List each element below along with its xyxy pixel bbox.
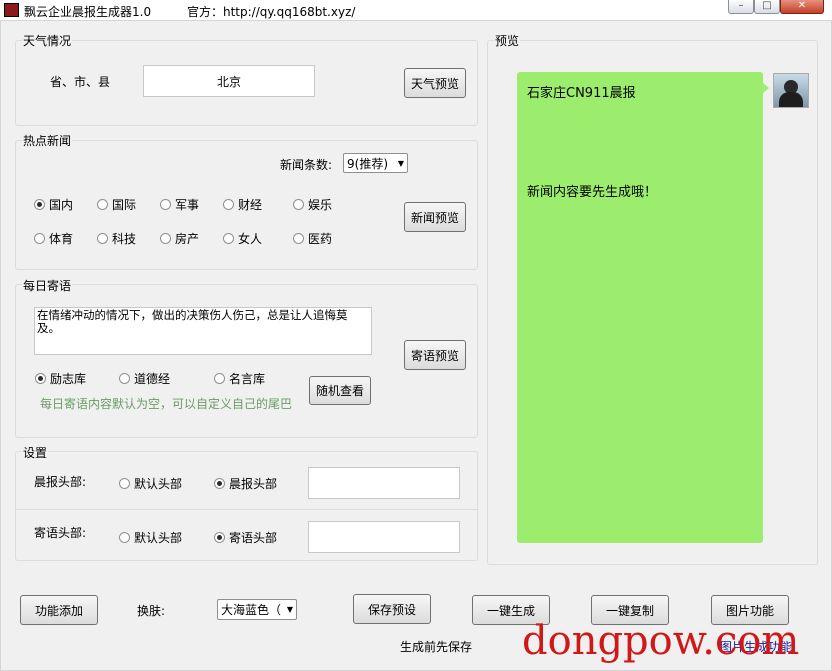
news-count-select[interactable]: 9(推荐) ▼ <box>343 153 408 173</box>
radio-label: 寄语头部 <box>229 531 278 545</box>
quote-header-default-radio[interactable]: 默认头部 <box>119 529 182 546</box>
radio-label: 国际 <box>112 198 137 212</box>
radio-label: 财经 <box>238 198 263 212</box>
radio-label: 名言库 <box>229 372 266 386</box>
radio-dot-icon <box>160 233 171 244</box>
quote-textarea[interactable]: 在情绪冲动的情况下，做出的决策伤人伤己，总是让人追悔莫及。 <box>34 307 372 355</box>
quote-header-label: 寄语头部: <box>34 526 87 540</box>
chevron-down-icon: ▼ <box>397 158 404 168</box>
province-label: 省、市、县 <box>50 75 111 89</box>
radio-dot-icon <box>119 373 130 384</box>
quote-group-label: 每日寄语 <box>22 277 73 294</box>
radio-dot-icon <box>34 233 45 244</box>
official-site-text: 官方：http://qy.qq168bt.xyz/ <box>187 5 356 19</box>
bubble-tail <box>763 83 769 93</box>
header-label: 晨报头部: <box>34 475 87 489</box>
radio-dot-icon <box>214 478 225 489</box>
radio-dot-icon <box>293 233 304 244</box>
news-category-radio[interactable]: 女人 <box>223 230 262 247</box>
avatar <box>773 73 809 108</box>
radio-dot-icon <box>119 532 130 543</box>
preview-body-line: 新闻内容要先生成哦！ <box>527 185 658 200</box>
radio-label: 科技 <box>112 232 137 246</box>
radio-dot-icon <box>223 199 234 210</box>
news-preview-button[interactable]: 新闻预览 <box>404 202 466 232</box>
quote-header-custom-radio[interactable]: 寄语头部 <box>214 529 277 546</box>
radio-dot-icon <box>119 478 130 489</box>
radio-label: 励志库 <box>50 372 87 386</box>
weather-group-label: 天气情况 <box>22 32 73 49</box>
radio-label: 道德经 <box>134 372 171 386</box>
radio-label: 默认头部 <box>134 477 183 491</box>
app-icon <box>4 3 19 17</box>
radio-dot-icon <box>35 373 46 384</box>
radio-label: 默认头部 <box>134 531 183 545</box>
radio-dot-icon <box>97 199 108 210</box>
quote-source-radio[interactable]: 名言库 <box>214 370 265 387</box>
preview-title-line: 石家庄CN911晨报 <box>527 86 636 101</box>
header-input[interactable] <box>308 467 460 499</box>
quote-preview-button[interactable]: 寄语预览 <box>404 340 466 370</box>
quote-source-radio[interactable]: 励志库 <box>35 370 86 387</box>
radio-label: 晨报头部 <box>229 477 278 491</box>
random-view-button[interactable]: 随机查看 <box>309 376 371 405</box>
news-category-radio[interactable]: 房产 <box>160 230 199 247</box>
news-category-radio[interactable]: 军事 <box>160 196 199 213</box>
quote-source-radio[interactable]: 道德经 <box>119 370 170 387</box>
radio-dot-icon <box>293 199 304 210</box>
radio-label: 女人 <box>238 232 263 246</box>
radio-dot-icon <box>34 199 45 210</box>
radio-label: 房产 <box>175 232 200 246</box>
window-title: 飘云企业晨报生成器1.0 <box>24 5 152 19</box>
skin-label: 换肤: <box>137 604 166 618</box>
news-category-radio[interactable]: 科技 <box>97 230 136 247</box>
save-hint-text: 生成前先保存 <box>400 640 473 654</box>
news-category-radio[interactable]: 国际 <box>97 196 136 213</box>
radio-label: 国内 <box>49 198 74 212</box>
close-button[interactable]: ✕ <box>780 0 824 14</box>
news-category-radio[interactable]: 国内 <box>34 196 73 213</box>
news-category-radio[interactable]: 娱乐 <box>293 196 332 213</box>
news-category-radio[interactable]: 财经 <box>223 196 262 213</box>
skin-value: 大海蓝色（ <box>221 603 282 617</box>
radio-dot-icon <box>214 373 225 384</box>
maximize-button[interactable]: □ <box>754 0 780 14</box>
news-category-radio[interactable]: 医药 <box>293 230 332 247</box>
radio-dot-icon <box>160 199 171 210</box>
news-count-label: 新闻条数: <box>280 158 333 172</box>
radio-label: 体育 <box>49 232 74 246</box>
header-default-radio[interactable]: 默认头部 <box>119 475 182 492</box>
radio-dot-icon <box>214 532 225 543</box>
settings-group-label: 设置 <box>22 444 49 461</box>
news-category-radio[interactable]: 体育 <box>34 230 73 247</box>
city-input-value: 北京 <box>216 74 241 89</box>
header-morning-radio[interactable]: 晨报头部 <box>214 475 277 492</box>
feature-add-button[interactable]: 功能添加 <box>20 595 98 625</box>
city-input[interactable]: 北京 <box>143 65 315 97</box>
minimize-button[interactable]: – <box>728 0 754 14</box>
radio-dot-icon <box>223 233 234 244</box>
radio-dot-icon <box>97 233 108 244</box>
watermark-text: dongpow.com <box>522 618 800 664</box>
skin-select[interactable]: 大海蓝色（ ▼ <box>217 599 297 620</box>
quote-hint-text: 每日寄语内容默认为空，可以自定义自己的尾巴 <box>40 397 293 411</box>
radio-label: 军事 <box>175 198 200 212</box>
chevron-down-icon: ▼ <box>286 605 293 614</box>
save-preset-button[interactable]: 保存预设 <box>353 594 431 624</box>
news-group-label: 热点新闻 <box>22 132 73 149</box>
preview-bubble <box>517 72 763 543</box>
settings-divider <box>16 509 478 510</box>
radio-label: 娱乐 <box>308 198 333 212</box>
preview-group-label: 预览 <box>494 32 521 49</box>
quote-header-input[interactable] <box>308 521 460 553</box>
weather-preview-button[interactable]: 天气预览 <box>404 68 466 98</box>
radio-label: 医药 <box>308 232 333 246</box>
news-count-value: 9(推荐) <box>347 156 388 171</box>
